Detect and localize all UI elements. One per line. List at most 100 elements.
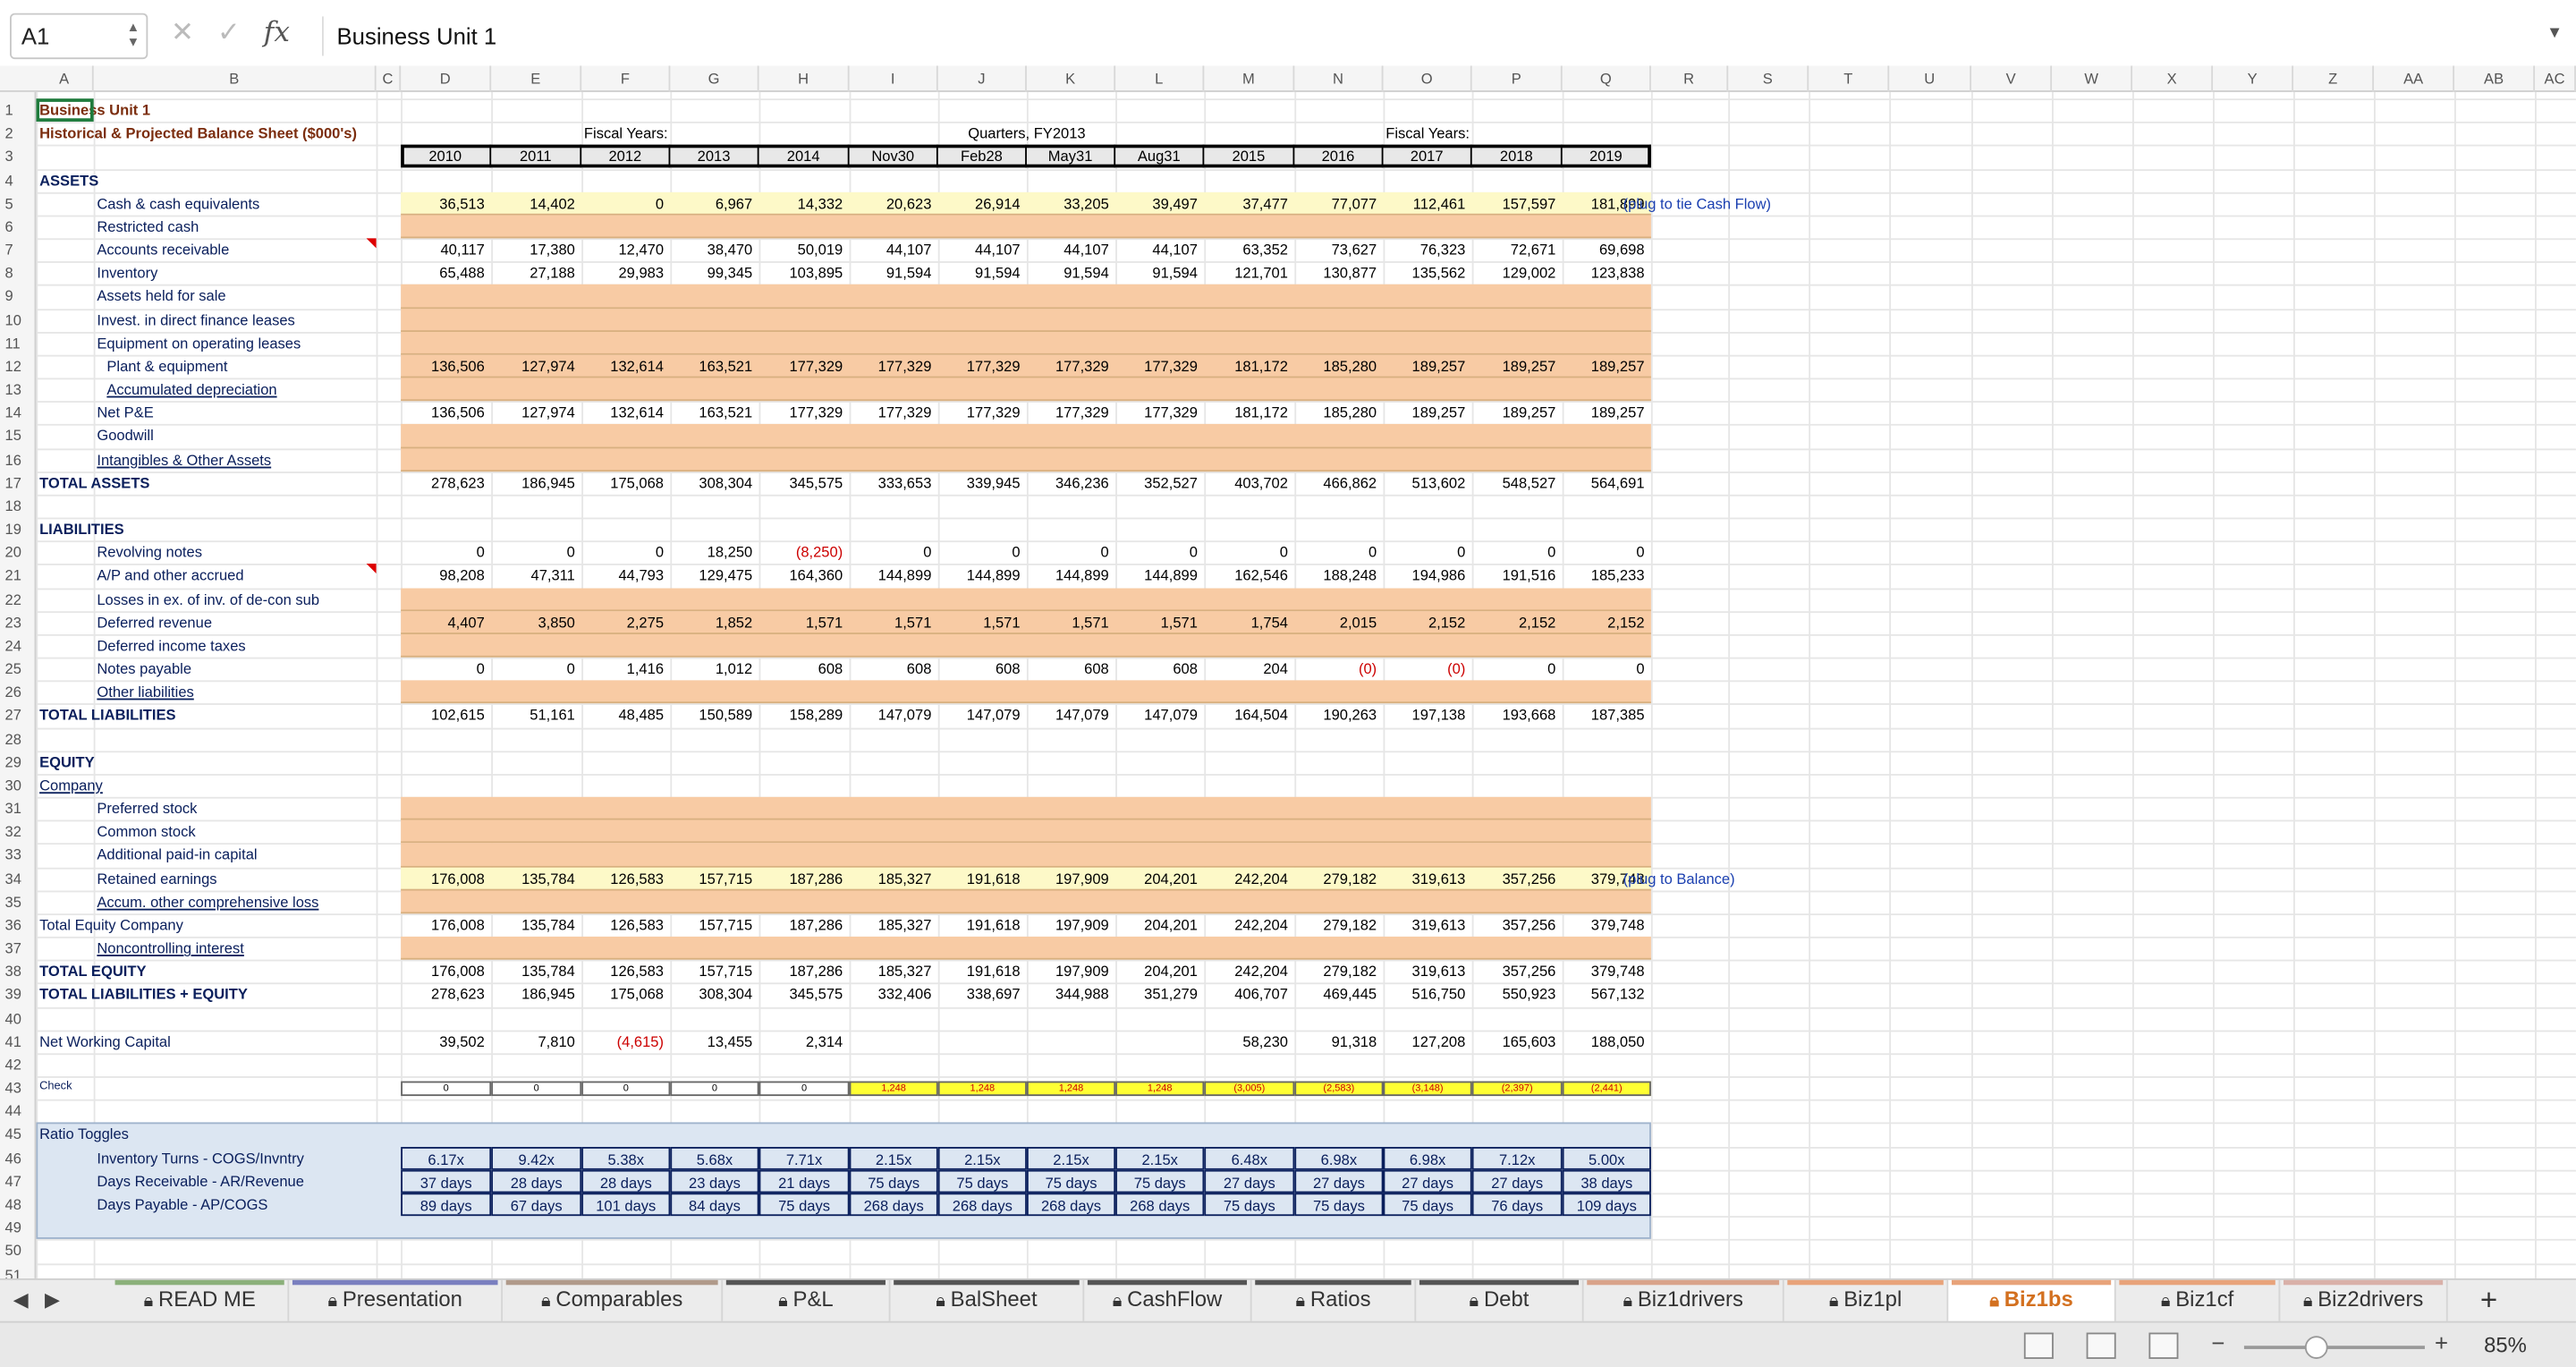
value-cell[interactable]: 0 [491,1081,582,1097]
year-header[interactable]: 2019 [1563,145,1651,168]
column-header[interactable]: A [36,65,94,92]
value-cell[interactable]: 44,107 [938,238,1027,261]
value-cell[interactable]: 129,002 [1472,261,1563,284]
column-header[interactable]: D [401,65,492,92]
value-cell[interactable]: 89 days [401,1193,492,1217]
next-sheet-icon[interactable]: ▶ [45,1288,60,1312]
column-header[interactable]: B [94,65,377,92]
row-header[interactable]: 9 [0,284,36,308]
value-cell[interactable]: 189,257 [1384,402,1472,425]
year-header[interactable]: 2017 [1384,145,1472,168]
sheet-tab[interactable]: 🔒︎ Biz1bs [1948,1279,2116,1323]
sheet-tab[interactable]: 🔒︎ Debt [1416,1279,1584,1323]
value-cell[interactable]: 163,521 [670,402,758,425]
value-cell[interactable]: 163,521 [670,354,758,378]
value-cell[interactable]: 132,614 [581,402,670,425]
row-header[interactable]: 1 [0,98,36,122]
value-cell[interactable]: 197,909 [1027,960,1115,983]
value-cell[interactable]: 75 days [1383,1193,1472,1217]
column-header[interactable]: G [670,65,759,92]
year-header[interactable]: 2012 [581,145,671,168]
value-cell[interactable]: 0 [1563,658,1651,681]
column-header[interactable]: Q [1563,65,1651,92]
value-cell[interactable]: 175,068 [581,983,670,1006]
value-cell[interactable]: 279,182 [1294,913,1383,937]
value-cell[interactable]: 27 days [1294,1169,1384,1193]
value-cell[interactable]: 351,279 [1115,983,1204,1006]
value-cell[interactable]: 242,204 [1204,960,1294,983]
value-cell[interactable]: 608 [1115,658,1204,681]
value-cell[interactable]: 2,015 [1294,611,1383,634]
value-cell[interactable]: 1,248 [849,1081,938,1097]
row-label[interactable]: Noncontrolling interest [94,937,439,960]
value-cell[interactable]: 4,407 [401,611,491,634]
value-cell[interactable]: 13,455 [670,1030,758,1053]
value-cell[interactable]: 127,974 [491,402,581,425]
value-cell[interactable]: 127,208 [1384,1030,1472,1053]
value-cell[interactable]: 177,329 [1115,354,1204,378]
value-cell[interactable]: 204,201 [1115,867,1204,890]
sheet-tab[interactable]: 🔒︎ Comparables [503,1279,724,1323]
year-header[interactable]: 2015 [1204,145,1295,168]
row-header[interactable]: 11 [0,331,36,354]
row-header[interactable]: 7 [0,238,36,261]
value-cell[interactable]: 12,470 [581,238,670,261]
value-cell[interactable]: 197,909 [1027,913,1115,937]
row-label[interactable]: LIABILITIES [36,518,381,541]
value-cell[interactable]: 40,117 [401,238,491,261]
value-cell[interactable]: 2.15x [1026,1146,1116,1170]
year-header[interactable]: 2016 [1294,145,1384,168]
zoom-slider[interactable] [2243,1346,2425,1349]
value-cell[interactable]: 469,445 [1294,983,1383,1006]
row-header[interactable]: 17 [0,471,36,495]
value-cell[interactable]: 333,653 [850,471,938,495]
value-cell[interactable]: 121,701 [1204,261,1294,284]
value-cell[interactable]: 162,546 [1204,565,1294,588]
value-cell[interactable]: 175,068 [581,471,670,495]
sheet-tab[interactable]: 🔒︎ Biz1drivers [1584,1279,1784,1323]
row-header[interactable]: 39 [0,983,36,1006]
row-header[interactable]: 21 [0,565,36,588]
value-cell[interactable]: 51,161 [491,704,581,727]
row-header[interactable]: 4 [0,168,36,191]
value-cell[interactable]: 2,152 [1384,611,1472,634]
value-cell[interactable]: 379,748 [1563,960,1651,983]
value-cell[interactable]: 158,289 [759,704,850,727]
row-header[interactable]: 14 [0,402,36,425]
row-label[interactable]: Common stock [94,820,439,844]
sheet-tab[interactable]: 🔒︎ P&L [723,1279,891,1323]
value-cell[interactable]: 6.98x [1383,1146,1472,1170]
value-cell[interactable]: 177,329 [850,354,938,378]
value-cell[interactable]: 187,286 [759,867,850,890]
year-header[interactable]: 2010 [401,145,492,168]
value-cell[interactable]: 2.15x [1115,1146,1205,1170]
value-cell[interactable]: 564,691 [1563,471,1651,495]
sheet-tab[interactable]: 🔒︎ BalSheet [890,1279,1085,1323]
sheet-tab[interactable]: 🔒︎ Biz2drivers [2280,1279,2448,1323]
value-cell[interactable]: 0 [938,541,1027,565]
value-cell[interactable]: 99,345 [670,261,758,284]
value-cell[interactable]: (0) [1384,658,1472,681]
value-cell[interactable]: 279,182 [1294,867,1383,890]
value-cell[interactable]: 0 [401,1081,492,1097]
value-cell[interactable]: (2,441) [1562,1081,1651,1097]
value-cell[interactable]: 268 days [937,1193,1027,1217]
value-cell[interactable]: 191,618 [938,960,1027,983]
value-cell[interactable]: 5.68x [670,1146,759,1170]
row-header[interactable]: 47 [0,1169,36,1193]
value-cell[interactable]: 50,019 [759,238,850,261]
value-cell[interactable]: 18,250 [670,541,758,565]
column-header[interactable]: M [1204,65,1295,92]
value-cell[interactable]: 1,248 [937,1081,1027,1097]
value-cell[interactable]: 0 [401,541,491,565]
value-cell[interactable]: 28 days [581,1169,671,1193]
value-cell[interactable]: 357,256 [1472,867,1563,890]
row-header[interactable]: 44 [0,1100,36,1123]
row-label[interactable]: Invest. in direct finance leases [94,308,439,331]
value-cell[interactable]: (2,397) [1471,1081,1563,1097]
row-label[interactable]: TOTAL LIABILITIES [36,704,381,727]
row-label[interactable]: Days Receivable - AR/Revenue [94,1169,439,1193]
row-header[interactable]: 2 [0,122,36,145]
value-cell[interactable]: 76,323 [1384,238,1472,261]
value-cell[interactable]: 185,233 [1563,565,1651,588]
